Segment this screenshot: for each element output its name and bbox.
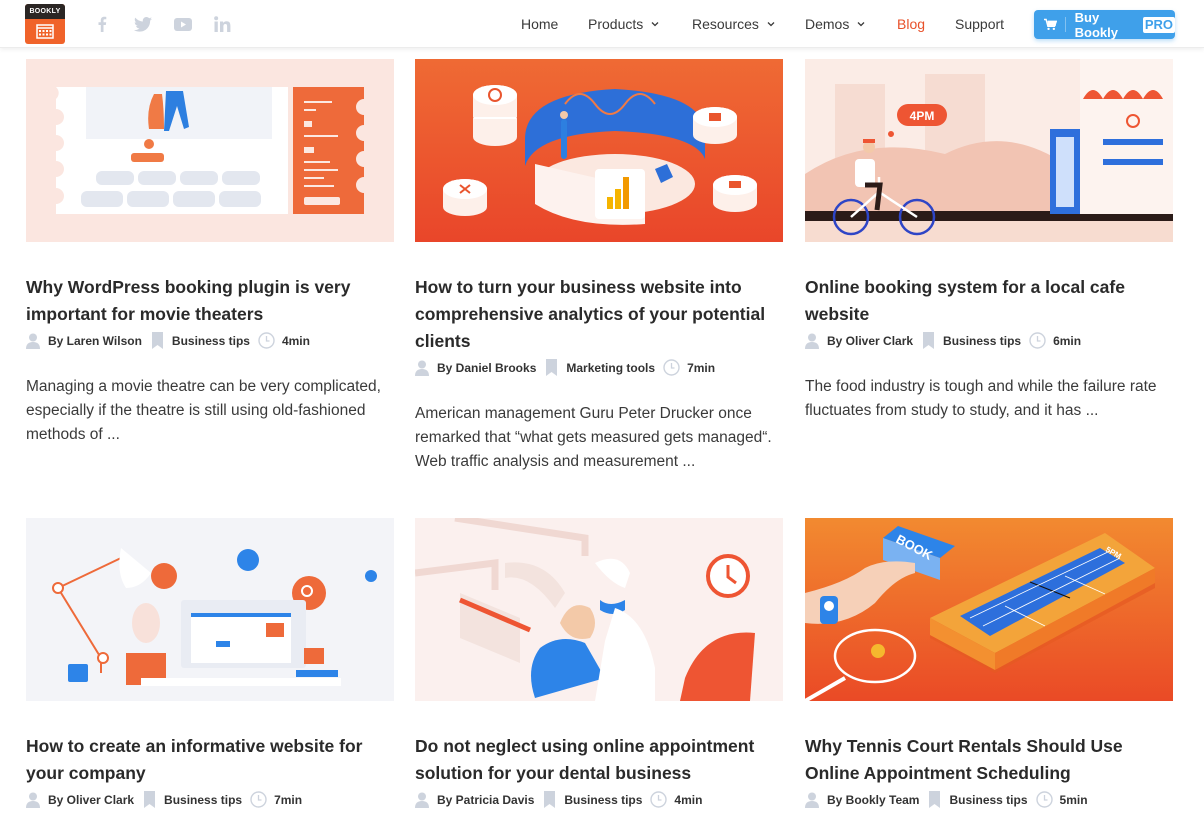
nav-resources[interactable]: Resources [692, 15, 775, 33]
youtube-icon[interactable] [173, 14, 193, 34]
post-author[interactable]: By Oliver Clark [48, 793, 134, 807]
post-author[interactable]: By Laren Wilson [48, 334, 142, 348]
post-author[interactable]: By Oliver Clark [827, 334, 913, 348]
chevron-down-icon [651, 22, 659, 27]
post-meta: By Oliver Clark Business tips 6min [805, 332, 1081, 349]
clock-icon [650, 791, 668, 808]
nav-resources-label: Resources [692, 16, 759, 32]
post-meta: By Daniel Brooks Marketing tools 7min [415, 359, 715, 376]
post-read-time: 7min [687, 360, 716, 375]
logo-text: BOOKLY [25, 4, 65, 19]
bookly-logo[interactable]: BOOKLY [25, 4, 65, 44]
user-icon [415, 360, 429, 376]
post-thumbnail[interactable] [26, 518, 394, 701]
post-thumbnail[interactable]: 4PM [805, 59, 1173, 242]
post-excerpt: American management Guru Peter Drucker o… [415, 405, 772, 470]
nav-demos[interactable]: Demos [805, 15, 865, 33]
post-card: Why WordPress booking plugin is very imp… [26, 59, 394, 459]
post-meta: By Bookly Team Business tips 5min [805, 791, 1088, 808]
nav-home-label: Home [521, 16, 559, 32]
bookmark-icon [923, 332, 935, 349]
clock-icon [1029, 332, 1046, 349]
clock-icon [1035, 791, 1053, 808]
chevron-down-icon [857, 22, 865, 27]
post-category[interactable]: Business tips [949, 793, 1027, 807]
post-read-time: 5min [1059, 792, 1088, 807]
post-author[interactable]: By Daniel Brooks [437, 361, 536, 375]
post-excerpt: The food industry is tough and while the… [805, 378, 1157, 419]
post-read-time: 6min [1053, 333, 1082, 348]
cart-icon [1044, 18, 1057, 31]
user-icon [805, 792, 819, 808]
chevron-down-icon [767, 22, 775, 27]
post-thumbnail[interactable] [415, 518, 783, 701]
post-meta: By Laren Wilson Business tips 4min [26, 332, 310, 349]
image-text-4pm: 4PM [910, 109, 935, 123]
post-meta: By Oliver Clark Business tips 7min [26, 791, 302, 808]
nav-products[interactable]: Products [588, 15, 659, 33]
site-header: BOOKLY Home Products Resources Demos Blo… [0, 0, 1204, 48]
user-icon [26, 333, 40, 349]
post-author[interactable]: By Bookly Team [827, 793, 919, 807]
post-card: 4PM Online booking system for a local ca… [805, 59, 1173, 459]
post-card: 5PM BOOK Why Tennis Court Rentals Should… [805, 518, 1173, 820]
calendar-icon [36, 24, 54, 39]
dentist-illustration [415, 518, 783, 701]
bookmark-icon [544, 791, 556, 808]
post-meta: By Patricia Davis Business tips 4min [415, 791, 702, 808]
nav-products-label: Products [588, 16, 644, 32]
nav-home[interactable]: Home [521, 15, 558, 33]
post-thumbnail[interactable] [26, 59, 394, 242]
nav-blog-label: Blog [897, 16, 926, 32]
analytics-dashboard-illustration [415, 59, 783, 242]
nav-support[interactable]: Support [955, 15, 1004, 33]
bookmark-icon [546, 359, 558, 376]
post-author[interactable]: By Patricia Davis [437, 793, 534, 807]
buy-bookly-pro-button[interactable]: Buy Bookly PRO [1034, 9, 1175, 40]
post-category[interactable]: Business tips [564, 793, 642, 807]
bookmark-icon [151, 332, 163, 349]
post-excerpt: Managing a movie theatre can be very com… [26, 378, 381, 443]
linkedin-icon[interactable] [212, 14, 232, 34]
post-read-time: 7min [274, 792, 303, 807]
desk-laptop-illustration [26, 518, 394, 701]
user-icon [415, 792, 429, 808]
bookmark-icon [144, 791, 156, 808]
post-category[interactable]: Business tips [943, 334, 1021, 348]
post-card: How to create an informative website for… [26, 518, 394, 820]
movie-ticket-illustration [26, 59, 394, 242]
pro-badge: PRO [1142, 16, 1175, 33]
button-divider [1064, 17, 1066, 32]
bookmark-icon [929, 791, 941, 808]
post-title[interactable]: Why WordPress booking plugin is very imp… [26, 274, 394, 328]
nav-blog[interactable]: Blog [897, 15, 925, 33]
buy-button-label: Buy Bookly [1074, 9, 1118, 40]
nav-demos-label: Demos [805, 16, 850, 32]
post-title[interactable]: Do not neglect using online appointment … [415, 733, 783, 787]
clock-icon [258, 332, 275, 349]
post-title[interactable]: How to turn your business website into c… [415, 274, 783, 355]
post-thumbnail[interactable]: 5PM BOOK [805, 518, 1173, 701]
nav-support-label: Support [955, 16, 1005, 32]
post-card: Do not neglect using online appointment … [415, 518, 783, 820]
clock-icon [663, 359, 680, 376]
clock-icon [250, 791, 267, 808]
user-icon [26, 792, 40, 808]
post-title[interactable]: Why Tennis Court Rentals Should Use Onli… [805, 733, 1173, 787]
post-card: How to turn your business website into c… [415, 59, 783, 479]
tennis-court-illustration: 5PM BOOK [805, 518, 1173, 701]
facebook-icon[interactable] [92, 14, 112, 34]
post-read-time: 4min [674, 792, 703, 807]
post-title[interactable]: Online booking system for a local cafe w… [805, 274, 1173, 328]
post-read-time: 4min [281, 333, 310, 348]
twitter-icon[interactable] [133, 14, 153, 34]
post-thumbnail[interactable] [415, 59, 783, 242]
cafe-cyclist-illustration: 4PM [805, 59, 1173, 242]
post-title[interactable]: How to create an informative website for… [26, 733, 394, 787]
user-icon [805, 333, 819, 349]
post-category[interactable]: Business tips [172, 334, 250, 348]
post-category[interactable]: Marketing tools [566, 361, 655, 375]
post-category[interactable]: Business tips [164, 793, 242, 807]
